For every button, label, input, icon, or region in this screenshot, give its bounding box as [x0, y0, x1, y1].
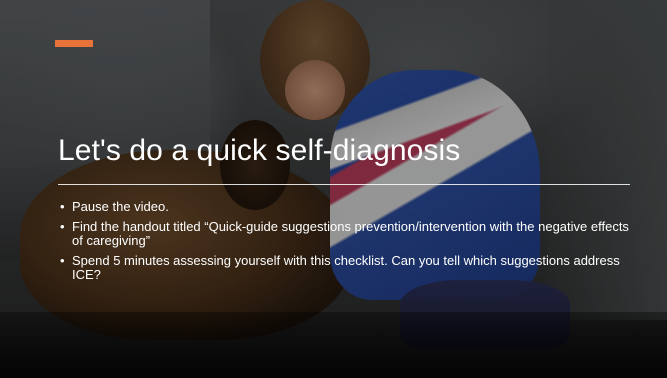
bullet-item: • Find the handout titled “Quick-guide s…: [58, 220, 638, 248]
bullet-text: Find the handout titled “Quick-guide sug…: [72, 219, 629, 248]
bullet-item: • Spend 5 minutes assessing yourself wit…: [58, 254, 638, 282]
slide-title: Let's do a quick self-diagnosis: [58, 134, 461, 167]
background-overlay: [0, 0, 667, 378]
bullet-text: Spend 5 minutes assessing yourself with …: [72, 253, 620, 282]
title-divider: [58, 184, 630, 185]
bullet-marker: •: [60, 219, 65, 234]
bullet-item: • Pause the video.: [58, 200, 638, 214]
bullet-text: Pause the video.: [72, 199, 169, 214]
accent-bar: [55, 40, 93, 47]
bullet-list: • Pause the video. • Find the handout ti…: [58, 200, 638, 288]
bullet-marker: •: [60, 253, 65, 268]
bullet-marker: •: [60, 199, 65, 214]
slide: Let's do a quick self-diagnosis • Pause …: [0, 0, 667, 378]
